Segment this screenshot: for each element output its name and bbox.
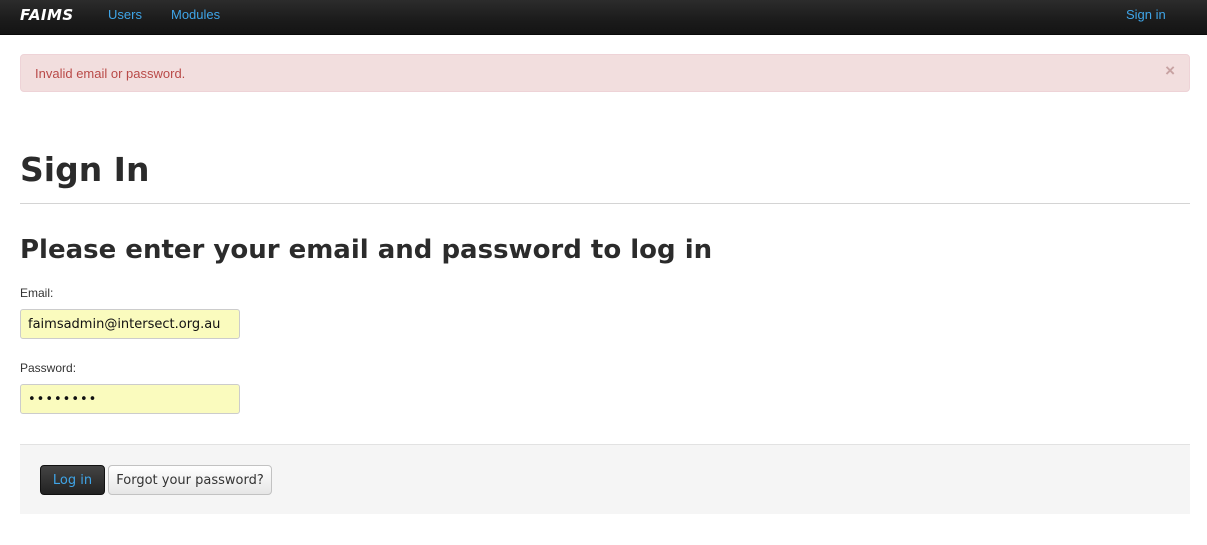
title-divider [20, 203, 1190, 204]
form-actions-bar: Log in Forgot your password? [20, 444, 1190, 514]
nav-link-users[interactable]: Users [108, 7, 142, 22]
log-in-button[interactable]: Log in [40, 465, 105, 495]
email-label: Email: [20, 286, 54, 300]
email-field[interactable] [20, 309, 240, 339]
close-icon[interactable]: × [1165, 62, 1175, 79]
password-label: Password: [20, 361, 77, 375]
forgot-password-button[interactable]: Forgot your password? [108, 465, 272, 495]
password-field[interactable] [20, 384, 240, 414]
login-instructions-heading: Please enter your email and password to … [20, 235, 713, 265]
brand-logo[interactable]: FAIMS [20, 6, 74, 24]
error-alert: Invalid email or password. × [20, 54, 1190, 92]
alert-message: Invalid email or password. [35, 66, 186, 81]
top-navbar: FAIMS Users Modules Sign in [0, 0, 1207, 35]
nav-link-sign-in[interactable]: Sign in [1126, 7, 1166, 22]
page-title: Sign In [20, 150, 150, 189]
nav-link-modules[interactable]: Modules [171, 7, 220, 22]
